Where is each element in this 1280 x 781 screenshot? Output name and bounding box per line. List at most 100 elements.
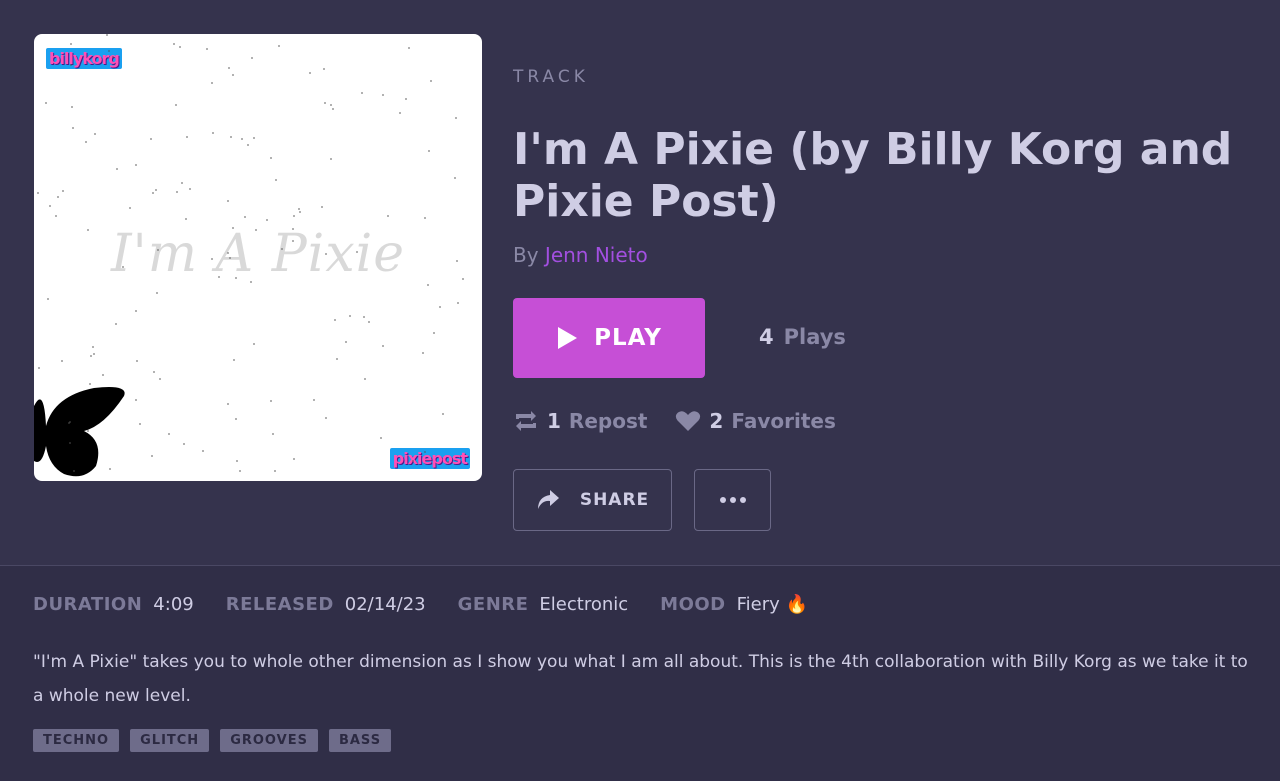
- artwork-speck: [438, 306, 441, 309]
- artwork-speck: [37, 366, 40, 369]
- artwork-speck: [324, 416, 327, 419]
- artwork-speck: [423, 216, 426, 219]
- artwork-speck: [71, 105, 74, 108]
- artwork-speck: [364, 378, 367, 381]
- artwork-speck: [244, 216, 247, 219]
- artwork-speck: [271, 432, 274, 435]
- artwork-speck: [86, 429, 89, 432]
- artwork-speck: [323, 101, 326, 104]
- artwork-speck: [441, 412, 444, 415]
- track-artwork[interactable]: billykorg I'm A Pixie pixiepost: [34, 34, 482, 481]
- artwork-speck: [151, 192, 154, 195]
- tag-techno[interactable]: TECHNO: [33, 729, 120, 752]
- artwork-speck: [176, 191, 179, 194]
- fire-icon: 🔥: [785, 594, 809, 615]
- artwork-speck: [252, 343, 255, 346]
- artwork-speck: [399, 112, 402, 115]
- track-metadata: DURATION 4:09 RELEASED 02/14/23 GENRE El…: [33, 594, 840, 615]
- artwork-speck: [159, 377, 162, 380]
- mood-value[interactable]: Fiery: [737, 594, 780, 615]
- repost-icon: [516, 411, 536, 431]
- artwork-speck: [62, 190, 65, 193]
- artwork-speck: [152, 371, 155, 374]
- artwork-speck: [230, 136, 233, 139]
- artwork-speck: [241, 137, 244, 140]
- artwork-speck: [251, 56, 254, 59]
- more-options-button[interactable]: [694, 469, 771, 531]
- artwork-speck: [297, 207, 300, 210]
- artwork-speck: [381, 94, 384, 97]
- mood: MOOD Fiery 🔥: [660, 594, 808, 615]
- play-count-number: 4: [759, 325, 774, 349]
- artwork-speck: [266, 219, 269, 222]
- favorites-label: Favorites: [731, 409, 836, 433]
- artwork-speck: [202, 450, 205, 453]
- artwork-speck: [84, 141, 87, 144]
- share-icon: [537, 490, 559, 509]
- artwork-speck: [155, 189, 158, 192]
- artwork-speck: [37, 192, 40, 195]
- artwork-speck: [101, 374, 104, 377]
- artwork-speck: [430, 80, 433, 83]
- artwork-speck: [135, 310, 138, 313]
- mood-label: MOOD: [660, 594, 726, 615]
- artwork-speck: [454, 176, 457, 179]
- released-label: RELEASED: [225, 594, 334, 615]
- artwork-speck: [356, 250, 359, 253]
- track-title: I'm A Pixie (by Billy Korg and Pixie Pos…: [513, 124, 1233, 227]
- by-prefix: By: [513, 243, 539, 267]
- artwork-speck: [157, 248, 159, 251]
- artwork-speck: [227, 199, 230, 202]
- tag-grooves[interactable]: GROOVES: [220, 729, 318, 752]
- artwork-speck: [54, 215, 57, 218]
- genre-value[interactable]: Electronic: [539, 594, 628, 615]
- favorite-button[interactable]: 2 Favorites: [675, 409, 836, 433]
- artwork-speck: [175, 104, 178, 107]
- artwork-speck: [235, 459, 238, 462]
- play-label: PLAY: [594, 325, 662, 351]
- artwork-speck: [349, 315, 352, 318]
- artwork-speck: [247, 144, 250, 147]
- artwork-speck: [205, 48, 208, 51]
- artwork-speck: [168, 433, 171, 436]
- play-count: 4 Plays: [759, 325, 846, 349]
- artwork-speck: [299, 210, 302, 213]
- artwork-speck: [185, 217, 188, 220]
- artwork-speck: [92, 352, 95, 355]
- artwork-speck: [108, 467, 111, 470]
- artwork-speck: [67, 421, 70, 424]
- artwork-speck: [211, 81, 214, 84]
- tag-glitch[interactable]: GLITCH: [130, 729, 210, 752]
- repost-button[interactable]: 1 Repost: [513, 409, 647, 433]
- artwork-speck: [111, 56, 114, 59]
- artist-line: By Jenn Nieto: [513, 243, 648, 267]
- artwork-speck: [155, 291, 158, 294]
- artwork-speck: [292, 458, 295, 461]
- artwork-speck: [273, 469, 276, 472]
- social-stats: 1 Repost 2 Favorites: [513, 409, 836, 433]
- play-button[interactable]: PLAY: [513, 298, 705, 378]
- artwork-speck: [335, 358, 338, 361]
- artwork-speck: [405, 98, 408, 101]
- content-type-label: TRACK: [513, 67, 589, 87]
- tag-bass[interactable]: BASS: [328, 729, 392, 752]
- artist-link[interactable]: Jenn Nieto: [545, 243, 648, 267]
- artwork-speck: [128, 207, 131, 210]
- artwork-speck: [380, 436, 383, 439]
- artwork-speck: [249, 280, 252, 283]
- artwork-speck: [270, 399, 273, 402]
- artwork-speck: [323, 67, 326, 70]
- artwork-speck: [422, 351, 425, 354]
- share-button[interactable]: SHARE: [513, 469, 672, 531]
- artwork-speck: [329, 103, 332, 106]
- more-icon: [719, 497, 746, 503]
- artwork-speck: [274, 179, 277, 182]
- artwork-speck: [106, 34, 109, 37]
- heart-icon: [676, 411, 701, 431]
- artwork-speck: [454, 117, 457, 120]
- artwork-speck: [46, 298, 49, 301]
- artwork-speck: [226, 252, 229, 255]
- artwork-speck: [179, 46, 182, 49]
- artwork-speck: [362, 315, 365, 318]
- artwork-speck: [135, 399, 138, 402]
